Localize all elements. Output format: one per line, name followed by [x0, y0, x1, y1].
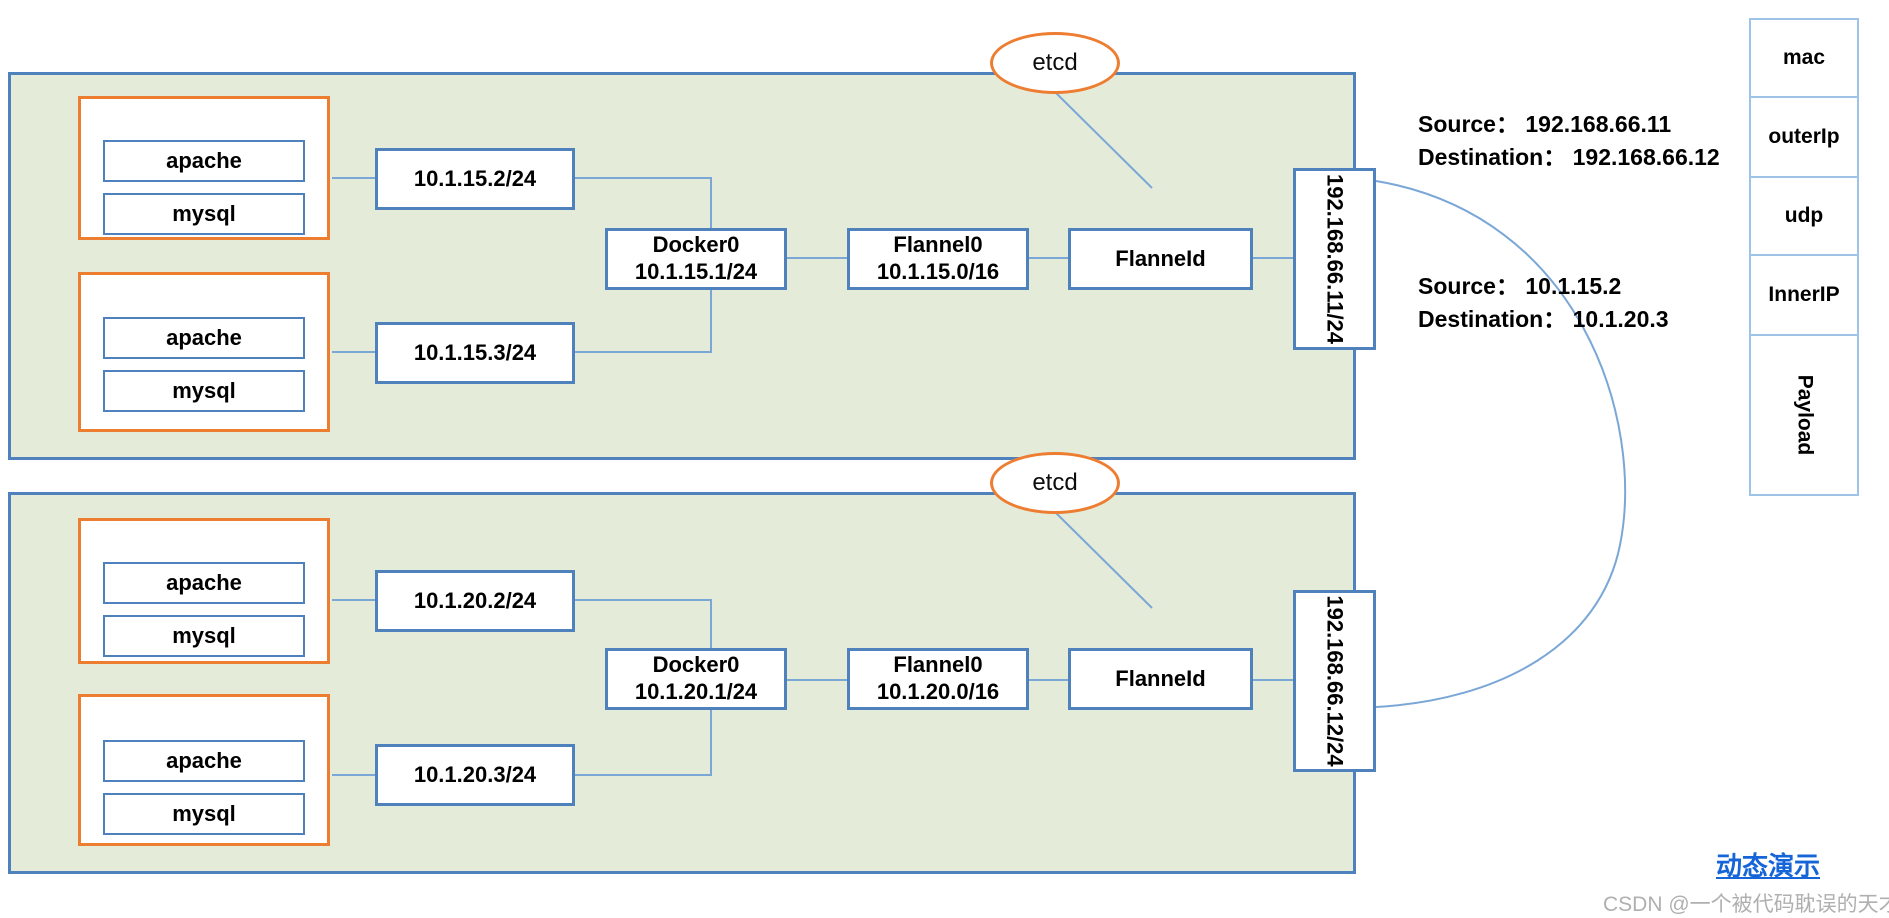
- container-ip-10-1-20-3[interactable]: 10.1.20.3/24: [375, 744, 575, 806]
- outer-destination-label: Destination：: [1418, 144, 1567, 171]
- csdn-watermark: CSDN @一个被代码耽误的天才: [1603, 893, 1889, 916]
- host-ip-box-bottom-label: 192.168.66.12/24: [1322, 595, 1348, 767]
- packet-layer-udp[interactable]: udp: [1751, 178, 1857, 256]
- docker0-name-bottom: Docker0: [652, 652, 740, 678]
- inner-destination-label: Destination：: [1418, 306, 1567, 333]
- outer-destination-value: 192.168.66.12: [1572, 144, 1720, 171]
- outer-destination-line: Destination： 192.168.66.12: [1418, 141, 1720, 174]
- flannel0-interface-top[interactable]: Flannel0 10.1.15.0/16: [847, 228, 1029, 290]
- packet-layer-payload-label: Payload: [1792, 374, 1816, 456]
- pod-backend-service-apache[interactable]: apache: [103, 740, 305, 782]
- inner-source-label: Source：: [1418, 273, 1519, 299]
- flannel0-cidr: 10.1.15.0/16: [876, 259, 1000, 284]
- host-ip-box-top-label: 192.168.66.11/24: [1322, 173, 1348, 345]
- inner-source-line: Source： 10.1.15.2: [1418, 270, 1669, 303]
- outer-source-line: Source： 192.168.66.11: [1418, 108, 1720, 141]
- container-ip-10-1-20-2[interactable]: 10.1.20.2/24: [375, 570, 575, 632]
- docker0-bridge-top[interactable]: Docker0 10.1.15.1/24: [605, 228, 787, 290]
- flannel0-name: Flannel0: [893, 232, 983, 258]
- flanneld-daemon-top[interactable]: FlanneId: [1068, 228, 1253, 290]
- flannel0-name-bottom: Flannel0: [893, 652, 983, 678]
- inner-destination-line: Destination： 10.1.20.3: [1418, 303, 1669, 336]
- packet-layer-mac[interactable]: mac: [1751, 20, 1857, 98]
- etcd-node-top[interactable]: etcd: [990, 32, 1120, 94]
- pod-web-app2-service-apache[interactable]: apache: [103, 140, 305, 182]
- docker0-cidr-bottom: 10.1.20.1/24: [634, 679, 758, 704]
- pod-web-app3-service-mysql[interactable]: mysql: [103, 615, 305, 657]
- pod-web-app2-service-mysql[interactable]: mysql: [103, 193, 305, 235]
- outer-header-annotation: Source： 192.168.66.11 Destination： 192.1…: [1418, 108, 1720, 175]
- outer-source-value: 192.168.66.11: [1525, 111, 1672, 137]
- diagram-canvas: RealServer Web app2 apache mysql Web app…: [0, 0, 1889, 916]
- dynamic-demo-link[interactable]: 动态演示: [1716, 846, 1820, 883]
- inner-source-value: 10.1.15.2: [1525, 273, 1622, 299]
- outer-source-label: Source：: [1418, 111, 1519, 137]
- packet-encapsulation-stack: mac outerIp udp InnerIP Payload: [1749, 18, 1859, 496]
- flanneld-daemon-bottom[interactable]: FlanneId: [1068, 648, 1253, 710]
- flannel0-interface-bottom[interactable]: Flannel0 10.1.20.0/16: [847, 648, 1029, 710]
- pod-backend-service-mysql[interactable]: mysql: [103, 793, 305, 835]
- docker0-cidr: 10.1.15.1/24: [634, 259, 758, 284]
- pod-web-app1-service-apache[interactable]: apache: [103, 317, 305, 359]
- pod-web-app1-service-mysql[interactable]: mysql: [103, 370, 305, 412]
- container-ip-10-1-15-3[interactable]: 10.1.15.3/24: [375, 322, 575, 384]
- packet-layer-payload[interactable]: Payload: [1751, 336, 1857, 494]
- packet-layer-outerip[interactable]: outerIp: [1751, 98, 1857, 178]
- inner-destination-value: 10.1.20.3: [1572, 306, 1669, 333]
- inner-header-annotation: Source： 10.1.15.2 Destination： 10.1.20.3: [1418, 270, 1669, 337]
- etcd-node-bottom[interactable]: etcd: [990, 452, 1120, 514]
- container-ip-10-1-15-2[interactable]: 10.1.15.2/24: [375, 148, 575, 210]
- host-ip-box-top[interactable]: 192.168.66.11/24: [1293, 168, 1376, 350]
- packet-layer-innerip[interactable]: InnerIP: [1751, 256, 1857, 336]
- docker0-bridge-bottom[interactable]: Docker0 10.1.20.1/24: [605, 648, 787, 710]
- host-ip-box-bottom[interactable]: 192.168.66.12/24: [1293, 590, 1376, 772]
- flannel0-cidr-bottom: 10.1.20.0/16: [876, 679, 1000, 704]
- docker0-name: Docker0: [652, 232, 740, 258]
- pod-web-app3-service-apache[interactable]: apache: [103, 562, 305, 604]
